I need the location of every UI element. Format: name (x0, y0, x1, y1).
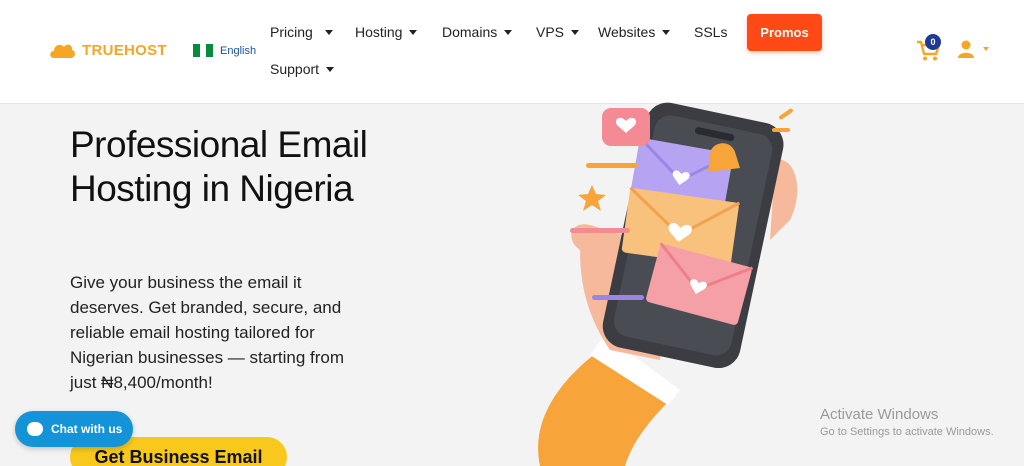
nav-websites[interactable]: Websites (598, 24, 671, 40)
chevron-down-icon (504, 29, 513, 35)
user-menu[interactable] (958, 40, 989, 58)
cart-count-badge: 0 (925, 34, 941, 50)
truehost-logo[interactable]: TRUEHOST (48, 40, 167, 60)
language-label: English (220, 44, 257, 57)
nav-websites-label: Websites (598, 24, 656, 40)
chat-with-us-button[interactable]: Chat with us (15, 411, 133, 447)
nav-ssls-label: SSLs (694, 24, 728, 40)
chevron-down-icon (326, 66, 335, 72)
cloud-logo-icon (50, 44, 75, 58)
brand-name: TRUEHOST (82, 41, 167, 59)
chevron-down-icon (571, 29, 580, 35)
language-selector[interactable]: English (193, 44, 256, 57)
nav-pricing[interactable]: Pricing (270, 24, 333, 40)
promos-button[interactable]: Promos (747, 14, 822, 51)
chevron-down-icon (983, 47, 989, 51)
site-header: TRUEHOST English Pricing Hosting Domains… (0, 0, 1024, 104)
chat-bubble-icon (27, 422, 43, 436)
watermark-subtitle: Go to Settings to activate Windows. (820, 426, 994, 438)
chat-label: Chat with us (51, 422, 123, 436)
nav-hosting-label: Hosting (355, 24, 403, 40)
watermark-title: Activate Windows (820, 406, 939, 423)
nav-pricing-label: Pricing (270, 24, 313, 40)
nav-vps[interactable]: VPS (536, 24, 580, 40)
nav-domains-label: Domains (442, 24, 498, 40)
nav-hosting[interactable]: Hosting (355, 24, 418, 40)
phone-email-illustration (538, 102, 798, 466)
nav-ssls[interactable]: SSLs (694, 24, 727, 40)
chevron-down-icon (662, 29, 671, 35)
nav-domains[interactable]: Domains (442, 24, 513, 40)
nigeria-flag-icon (193, 44, 214, 57)
user-icon (958, 40, 974, 58)
hero-description: Give your business the email it deserves… (70, 273, 345, 392)
chevron-down-icon (324, 29, 333, 35)
nav-vps-label: VPS (536, 24, 565, 40)
hero-title: Professional Email Hosting in Nigeria (70, 124, 368, 209)
activate-windows-watermark: Activate Windows Go to Settings to activ… (820, 406, 994, 438)
nav-support-label: Support (270, 61, 320, 77)
nav-support[interactable]: Support (270, 61, 335, 77)
chevron-down-icon (409, 29, 418, 35)
